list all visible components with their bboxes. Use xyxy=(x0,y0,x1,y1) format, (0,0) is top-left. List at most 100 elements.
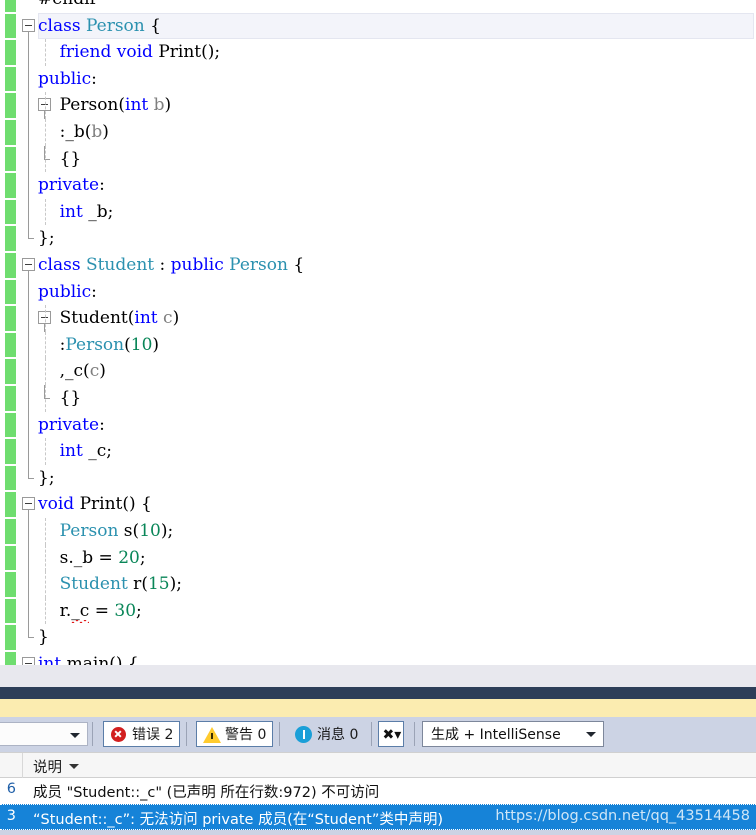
build-scope-combo[interactable]: 生成 + IntelliSense xyxy=(422,721,604,747)
code-line[interactable]: private: xyxy=(0,172,756,199)
code-token: : xyxy=(99,175,105,196)
code-line[interactable]: }; xyxy=(0,464,756,492)
code-line[interactable]: class Person { xyxy=(0,12,756,40)
code-line[interactable]: :Person(10) xyxy=(0,331,756,359)
code-line-text: {} xyxy=(38,146,82,173)
code-line[interactable]: {} xyxy=(0,385,756,412)
code-token: r. xyxy=(38,600,72,621)
error-circle-icon xyxy=(110,725,127,743)
outlining-column[interactable] xyxy=(22,252,38,279)
outlining-column[interactable] xyxy=(22,464,38,492)
code-token: (); xyxy=(201,42,221,63)
outline-line xyxy=(28,172,29,199)
error-list-row[interactable]: 6 成员 "Student::_c" (已声明 所在行数:972) 不可访问 xyxy=(0,778,756,804)
code-line[interactable]: private: xyxy=(0,411,756,439)
outlining-column[interactable] xyxy=(22,119,38,146)
code-line[interactable]: class Student : public Person { xyxy=(0,252,756,279)
code-line[interactable]: Person(int b) xyxy=(0,92,756,120)
error-list-toolbar[interactable]: 错误 2 警告 0 消息 0 ✖▾ 生成 + IntelliSense xyxy=(0,717,756,752)
code-token: _c; xyxy=(82,441,112,462)
error-squiggle-token: _c xyxy=(71,598,90,625)
outlining-column[interactable] xyxy=(22,198,38,226)
search-filter-combo[interactable] xyxy=(0,722,88,746)
change-indicator-bar xyxy=(5,146,16,172)
error-list-row[interactable]: 3 “Student::_c”: 无法访问 private 成员(在“Studen… xyxy=(0,804,756,830)
outlining-column[interactable] xyxy=(22,172,38,199)
code-line[interactable]: } xyxy=(0,624,756,651)
code-line-text: friend void Print(); xyxy=(38,39,221,66)
outlining-column[interactable] xyxy=(22,358,38,385)
code-line[interactable]: r._c = 30; xyxy=(0,597,756,625)
collapse-toggle-icon[interactable] xyxy=(22,497,35,511)
code-line[interactable]: int main() { xyxy=(0,651,756,665)
code-line-text: r._c = 30; xyxy=(38,598,142,625)
change-indicator-bar xyxy=(5,572,16,597)
outlining-column[interactable] xyxy=(22,651,38,665)
outline-line xyxy=(28,119,29,146)
outlining-column[interactable] xyxy=(22,411,38,439)
change-indicator-bar xyxy=(5,40,16,65)
window-splitter-bar[interactable] xyxy=(0,687,756,699)
info-circle-icon xyxy=(295,725,312,743)
code-line[interactable]: #endif xyxy=(0,0,756,13)
collapse-toggle-icon[interactable] xyxy=(22,18,35,32)
code-line-text: }; xyxy=(38,465,55,492)
change-indicator-bar xyxy=(5,412,16,438)
code-line[interactable]: Student r(15); xyxy=(0,571,756,598)
clear-filter-button[interactable]: ✖▾ xyxy=(378,721,404,747)
code-token: 30 xyxy=(114,600,137,621)
outlining-column[interactable] xyxy=(22,544,38,572)
error-count-label: 错误 2 xyxy=(132,727,174,743)
outlining-column[interactable] xyxy=(22,65,38,93)
error-list-header[interactable]: 说明 xyxy=(0,752,756,779)
outlining-column[interactable] xyxy=(22,278,38,306)
code-line[interactable]: }; xyxy=(0,225,756,252)
code-line[interactable]: friend void Print(); xyxy=(0,39,756,66)
code-line[interactable]: int _c; xyxy=(0,438,756,465)
outlining-column[interactable] xyxy=(22,624,38,651)
outlining-column[interactable] xyxy=(22,491,38,519)
code-token: {} xyxy=(38,148,82,169)
code-editor[interactable]: #endifclass Person { friend void Print()… xyxy=(0,0,756,665)
error-count-button[interactable]: 错误 2 xyxy=(103,721,181,747)
outlining-column[interactable] xyxy=(22,39,38,66)
outlining-column[interactable] xyxy=(22,438,38,465)
message-count-button[interactable]: 消息 0 xyxy=(289,721,364,747)
code-line[interactable]: s._b = 20; xyxy=(0,544,756,572)
code-line[interactable]: ,_c(c) xyxy=(0,358,756,385)
error-list-panel[interactable]: 错误 2 警告 0 消息 0 ✖▾ 生成 + IntelliSense 说明 6… xyxy=(0,717,756,835)
code-line[interactable]: Person s(10); xyxy=(0,518,756,545)
change-indicator-bar xyxy=(5,492,16,517)
code-token: void xyxy=(38,494,75,515)
chevron-down-icon xyxy=(586,732,596,737)
outlining-column[interactable] xyxy=(22,13,38,40)
outlining-column[interactable] xyxy=(22,571,38,598)
code-line[interactable]: Student(int c) xyxy=(0,305,756,333)
code-line[interactable]: :_b(b) xyxy=(0,119,756,146)
warning-count-button[interactable]: 警告 0 xyxy=(196,721,274,747)
code-line[interactable]: int _b; xyxy=(0,198,756,226)
collapse-toggle-icon[interactable] xyxy=(22,657,35,665)
outlining-column[interactable] xyxy=(22,0,38,13)
change-indicator-bar xyxy=(5,359,16,384)
code-token: : xyxy=(99,414,105,435)
code-line[interactable]: void Print() { xyxy=(0,491,756,519)
code-token: : xyxy=(91,281,97,302)
code-line[interactable]: public: xyxy=(0,65,756,93)
change-indicator-bar xyxy=(5,465,16,491)
column-header-description[interactable]: 说明 xyxy=(33,756,79,777)
outlining-column[interactable] xyxy=(22,518,38,545)
outlining-column[interactable] xyxy=(22,331,38,359)
outline-line xyxy=(28,198,29,226)
collapse-toggle-icon[interactable] xyxy=(22,258,35,271)
outlining-column[interactable] xyxy=(22,597,38,625)
code-line[interactable]: {} xyxy=(0,145,756,173)
code-line[interactable]: public: xyxy=(0,278,756,306)
code-token: Student xyxy=(59,574,128,595)
outlining-column[interactable] xyxy=(22,225,38,252)
code-line-text: #endif xyxy=(38,0,96,13)
change-indicator-bar xyxy=(5,13,16,39)
code-token: : xyxy=(91,68,97,89)
change-indicator-bar xyxy=(5,226,16,251)
